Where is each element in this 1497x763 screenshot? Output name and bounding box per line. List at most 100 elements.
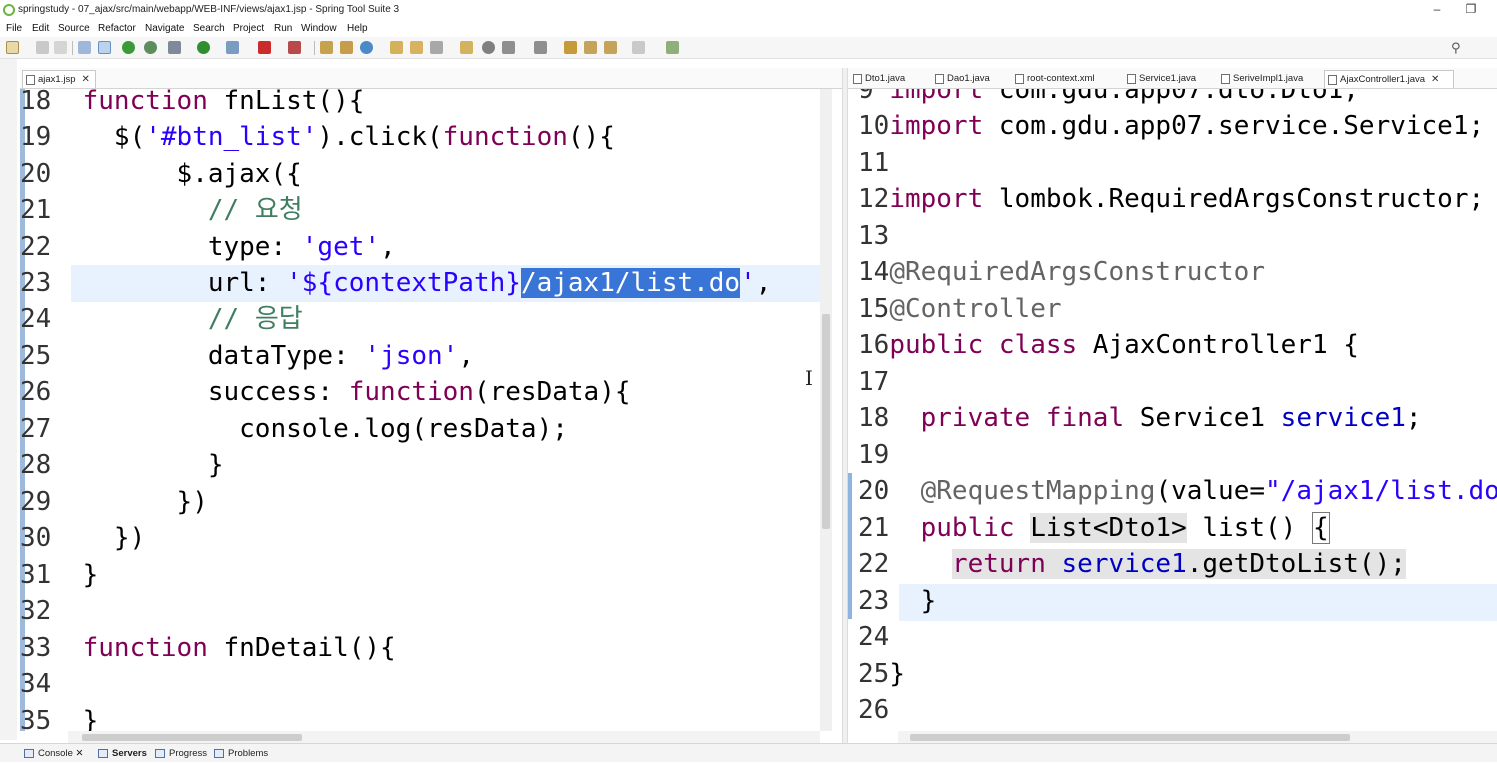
open-type-icon[interactable] <box>390 41 403 54</box>
scrollbar-thumb[interactable] <box>910 734 1350 741</box>
open-perspective-icon[interactable] <box>666 41 679 54</box>
minimize-button[interactable]: – <box>1422 0 1452 20</box>
code-line: 13 <box>858 221 890 251</box>
code-line: 35 } <box>20 706 99 731</box>
tab-label: Servers <box>112 748 147 759</box>
run-icon[interactable] <box>197 41 210 54</box>
tab-ajaxcontroller1-java[interactable]: AjaxController1.java ✕ <box>1324 70 1454 88</box>
right-code-editor[interactable]: 9 import com.gdu.app07.dto.Dto1; 10impor… <box>848 89 1497 731</box>
servers-icon <box>98 749 108 758</box>
server-icon[interactable] <box>288 41 301 54</box>
right-horizontal-scrollbar[interactable] <box>898 731 1497 743</box>
current-line-highlight <box>899 584 1497 621</box>
close-tab-icon[interactable]: ✕ <box>1431 74 1439 85</box>
search-icon[interactable]: ⚲ <box>1451 40 1461 56</box>
debug-bug-icon[interactable] <box>168 41 181 54</box>
new-file-icon[interactable] <box>6 41 19 54</box>
left-horizontal-scrollbar[interactable] <box>68 731 820 743</box>
tab-label: Dao1.java <box>947 73 990 84</box>
restore-button[interactable]: ❐ <box>1456 0 1486 20</box>
tab-servers[interactable]: Servers <box>98 744 147 763</box>
nav-forward-icon[interactable] <box>632 41 645 54</box>
left-code-editor[interactable]: 18 function fnList(){ 19 $('#btn_list').… <box>20 89 820 731</box>
code-line: 23 } <box>858 586 937 616</box>
open-folder-icon[interactable] <box>410 41 423 54</box>
menu-help[interactable]: Help <box>347 20 368 37</box>
menu-source[interactable]: Source <box>58 20 90 37</box>
code-line: 31 } <box>20 560 99 590</box>
tab-label: Progress <box>169 748 208 759</box>
code-line: 19 $('#btn_list').click(function(){ <box>20 122 615 152</box>
refresh-icon[interactable] <box>144 41 157 54</box>
scrollbar-thumb[interactable] <box>82 734 302 741</box>
tab-problems[interactable]: Problems <box>214 744 268 763</box>
text-selection: /ajax1/list.do <box>520 268 741 298</box>
tab-console[interactable]: Console ✕ <box>24 744 83 763</box>
code-line: 20 $.ajax({ <box>20 159 302 189</box>
menu-refactor[interactable]: Refactor <box>98 20 136 37</box>
tab-dto1-java[interactable]: Dto1.java <box>850 70 905 88</box>
edit-icon[interactable] <box>430 41 443 54</box>
progress-icon <box>155 749 165 758</box>
save-all-icon[interactable] <box>54 41 67 54</box>
code-line: 34 <box>20 669 52 699</box>
back-icon[interactable] <box>584 41 597 54</box>
terminal-icon[interactable] <box>78 41 91 54</box>
spring-tool-suite-logo-icon <box>3 4 15 16</box>
menu-run[interactable]: Run <box>274 20 292 37</box>
prev-annotation-icon[interactable] <box>534 41 547 54</box>
stop-icon[interactable] <box>258 41 271 54</box>
tab-dao1-java[interactable]: Dao1.java <box>932 70 990 88</box>
run-external-icon[interactable] <box>226 41 239 54</box>
save-icon[interactable] <box>36 41 49 54</box>
code-line: 18 private final Service1 service1; <box>858 403 1422 433</box>
tab-service1-java[interactable]: Service1.java <box>1124 70 1196 88</box>
right-editor-tabbar: Dto1.java Dao1.java root-context.xml Ser… <box>848 68 1497 89</box>
java-file-icon <box>935 74 944 84</box>
code-line: 10import com.gdu.app07.service.Service1; <box>858 111 1485 141</box>
code-line: 12import lombok.RequiredArgsConstructor; <box>858 184 1485 214</box>
left-trim-bar <box>0 59 17 740</box>
java-file-icon <box>1328 75 1337 85</box>
code-line: 30 }) <box>20 523 146 553</box>
tab-seriveimpl1-java[interactable]: SeriveImpl1.java <box>1218 70 1303 88</box>
last-edit-icon[interactable] <box>564 41 577 54</box>
new-java-icon[interactable] <box>360 41 373 54</box>
code-line: 11 <box>858 148 890 178</box>
tab-label: Dto1.java <box>865 73 906 84</box>
toggle-mark-icon[interactable] <box>98 41 111 54</box>
bottom-panel-tabbar: Console ✕ Servers Progress Problems <box>0 743 1497 762</box>
code-line: 26 success: function(resData){ <box>20 377 631 407</box>
code-line: 29 }) <box>20 487 208 517</box>
globe-icon[interactable] <box>482 41 495 54</box>
scrollbar-thumb[interactable] <box>822 314 830 529</box>
package-icon[interactable] <box>320 41 333 54</box>
tab-ajax1-jsp[interactable]: ajax1.jsp ✕ <box>22 70 96 88</box>
java-file-icon <box>1127 74 1136 84</box>
tab-progress[interactable]: Progress <box>155 744 207 763</box>
code-line: 15@Controller <box>858 294 1062 324</box>
forward-icon[interactable] <box>604 41 617 54</box>
debug-icon[interactable] <box>122 41 135 54</box>
code-line: 25} <box>858 659 905 689</box>
left-vertical-scrollbar[interactable] <box>820 89 832 731</box>
code-line: 16public class AjaxController1 { <box>858 330 1359 360</box>
menu-project[interactable]: Project <box>233 20 264 37</box>
menu-window[interactable]: Window <box>301 20 337 37</box>
menu-edit[interactable]: Edit <box>32 20 49 37</box>
console-icon <box>24 749 34 758</box>
window-title-bar: springstudy - 07_ajax/src/main/webapp/WE… <box>0 0 1497 20</box>
code-line: 21 public List<Dto1> list() { <box>858 512 1330 544</box>
close-tab-icon[interactable]: ✕ <box>82 74 90 85</box>
tab-label: root-context.xml <box>1027 73 1095 84</box>
class-icon[interactable] <box>340 41 353 54</box>
code-line: 27 console.log(resData); <box>20 414 568 444</box>
menu-navigate[interactable]: Navigate <box>145 20 184 37</box>
next-annotation-icon[interactable] <box>502 41 515 54</box>
folder-icon[interactable] <box>460 41 473 54</box>
code-line: 9 import com.gdu.app07.dto.Dto1; <box>858 89 1359 105</box>
tab-root-context-xml[interactable]: root-context.xml <box>1012 70 1095 88</box>
menu-file[interactable]: File <box>6 20 22 37</box>
menu-search[interactable]: Search <box>193 20 225 37</box>
code-line: 26 <box>858 695 890 725</box>
